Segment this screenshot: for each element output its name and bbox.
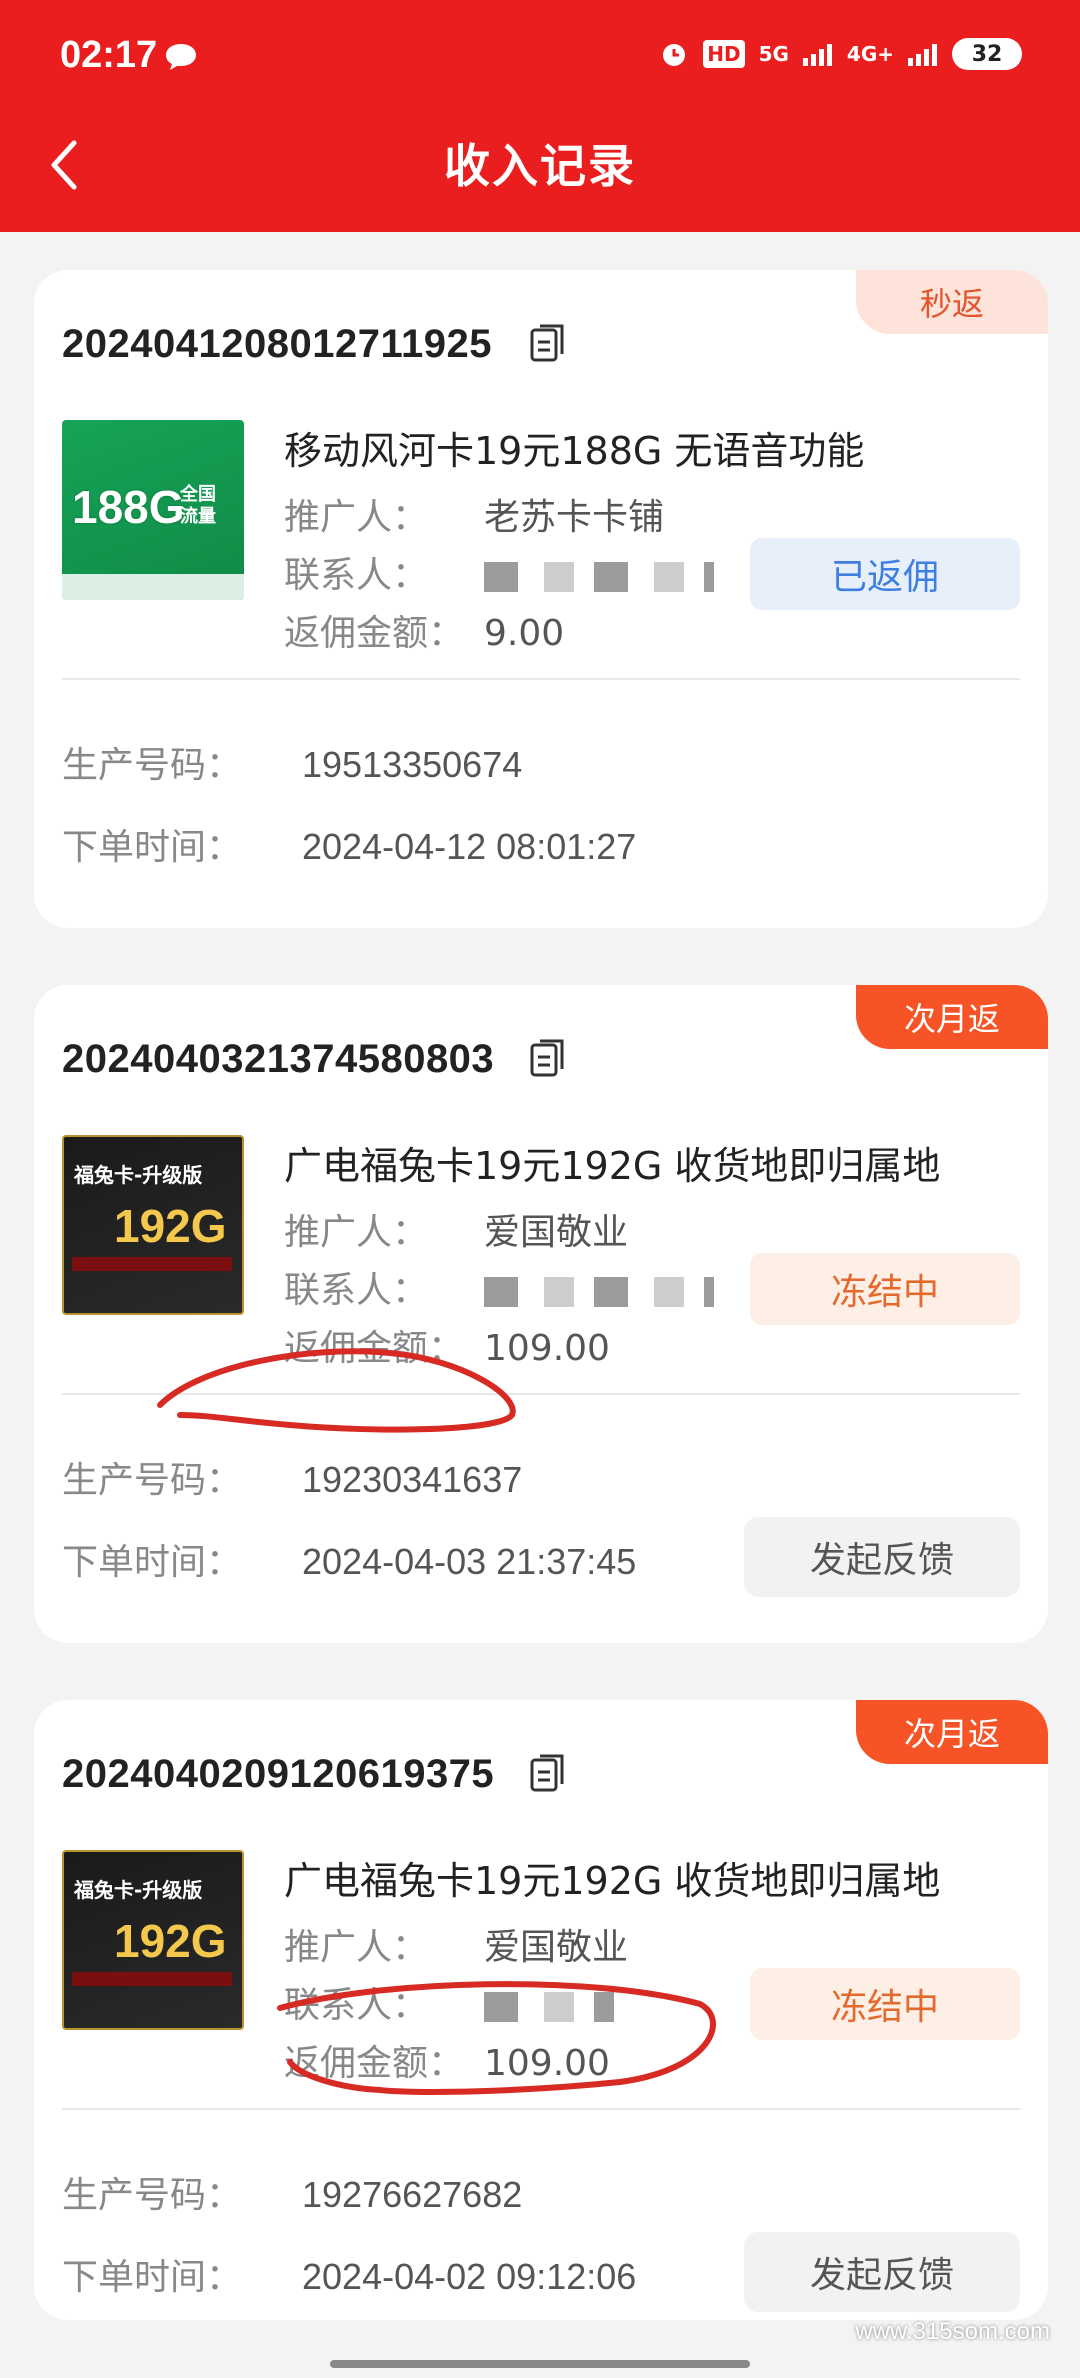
product-name: 移动风河卡19元188G 无语音功能 bbox=[284, 429, 865, 473]
contact-row: 联系人： bbox=[284, 1261, 714, 1313]
promoter-row: 推广人： 老苏卡卡铺 bbox=[284, 488, 664, 540]
production-number-row: 生产号码： 19230341637 bbox=[62, 1451, 522, 1503]
production-number-label: 生产号码： bbox=[62, 2175, 243, 2216]
promoter-label: 推广人： bbox=[284, 1927, 429, 1968]
production-number-value: 19230341637 bbox=[302, 1459, 523, 1500]
promoter-label: 推广人： bbox=[284, 1212, 429, 1253]
order-time-row: 下单时间： 2024-04-02 09:12:06 bbox=[62, 2248, 636, 2300]
production-number-label: 生产号码： bbox=[62, 745, 243, 786]
order-time-row: 下单时间： 2024-04-12 08:01:27 bbox=[62, 818, 636, 870]
contact-label: 联系人： bbox=[284, 555, 429, 596]
thumb-stripe bbox=[72, 1972, 232, 1986]
order-time-row: 下单时间： 2024-04-03 21:37:45 bbox=[62, 1533, 636, 1585]
thumb-title: 福兔卡-升级版 bbox=[74, 1878, 203, 1902]
commission-label: 返佣金额： bbox=[284, 613, 465, 654]
order-time-value: 2024-04-03 21:37:45 bbox=[302, 1541, 637, 1582]
copy-icon[interactable] bbox=[528, 1752, 568, 1794]
thumb-stripe bbox=[72, 1257, 232, 1271]
income-record-card: 秒返 2024041208012711925 188G 全国流量 移动风河卡19… bbox=[34, 270, 1048, 928]
contact-label: 联系人： bbox=[284, 1270, 429, 1311]
network-4g: 4G+ bbox=[846, 42, 894, 66]
battery-indicator: 32 bbox=[952, 38, 1022, 70]
home-indicator[interactable] bbox=[330, 2360, 750, 2368]
thumb-strip bbox=[62, 574, 244, 600]
contact-label: 联系人： bbox=[284, 1985, 429, 2026]
commission-value: 109.00 bbox=[484, 1328, 610, 1369]
feedback-button[interactable]: 发起反馈 bbox=[744, 2232, 1020, 2312]
promoter-value: 爱国敬业 bbox=[484, 1212, 629, 1253]
contact-row: 联系人： bbox=[284, 546, 714, 598]
rebate-tag: 秒返 bbox=[856, 270, 1048, 334]
income-record-card: 次月返 2024040321374580803 福兔卡-升级版 192G 广电福… bbox=[34, 985, 1048, 1643]
promoter-value: 爱国敬业 bbox=[484, 1927, 629, 1968]
contact-row: 联系人： bbox=[284, 1976, 614, 2028]
order-time-label: 下单时间： bbox=[62, 2257, 243, 2298]
promoter-row: 推广人： 爱国敬业 bbox=[284, 1918, 628, 1970]
hd-indicator: HD bbox=[703, 40, 745, 68]
order-number: 2024040321374580803 bbox=[62, 1037, 495, 1081]
thumb-side-text: 全国流量 bbox=[180, 484, 216, 527]
thumb-data-size: 192G bbox=[114, 1200, 227, 1252]
copy-icon[interactable] bbox=[528, 1037, 568, 1079]
divider bbox=[62, 1393, 1020, 1395]
watermark: www.315som.com bbox=[855, 2318, 1050, 2345]
production-number-row: 生产号码： 19513350674 bbox=[62, 736, 522, 788]
status-button[interactable]: 冻结中 bbox=[750, 1253, 1020, 1325]
rebate-tag: 次月返 bbox=[856, 985, 1048, 1049]
promoter-label: 推广人： bbox=[284, 497, 429, 538]
order-number: 2024040209120619375 bbox=[62, 1752, 495, 1796]
promoter-value: 老苏卡卡铺 bbox=[484, 497, 665, 538]
alarm-icon bbox=[663, 44, 686, 66]
commission-row: 返佣金额： 9.00 bbox=[284, 604, 564, 656]
thumb-data-size: 192G bbox=[114, 1915, 227, 1967]
product-thumbnail: 福兔卡-升级版 192G bbox=[62, 1135, 244, 1315]
copy-icon[interactable] bbox=[528, 322, 568, 364]
status-button[interactable]: 已返佣 bbox=[750, 538, 1020, 610]
commission-row: 返佣金额： 109.00 bbox=[284, 1319, 610, 1371]
order-time-label: 下单时间： bbox=[62, 827, 243, 868]
promoter-row: 推广人： 爱国敬业 bbox=[284, 1203, 628, 1255]
thumb-data-size: 188G bbox=[72, 481, 185, 533]
production-number-value: 19513350674 bbox=[302, 744, 523, 785]
production-number-value: 19276627682 bbox=[302, 2174, 523, 2215]
page-title: 收入记录 bbox=[444, 139, 636, 193]
production-number-row: 生产号码： 19276627682 bbox=[62, 2166, 522, 2218]
commission-row: 返佣金额： 109.00 bbox=[284, 2034, 610, 2086]
status-time: 02:17 bbox=[60, 34, 158, 76]
signal-icon bbox=[802, 44, 832, 66]
rebate-tag: 次月返 bbox=[856, 1700, 1048, 1764]
commission-label: 返佣金额： bbox=[284, 1328, 465, 1369]
contact-redacted bbox=[484, 562, 714, 592]
product-thumbnail: 福兔卡-升级版 192G bbox=[62, 1850, 244, 2030]
message-icon bbox=[166, 44, 196, 70]
status-icons: HD 5G 4G+ 32 bbox=[659, 38, 1022, 70]
product-name: 广电福兔卡19元192G 收货地即归属地 bbox=[284, 1859, 941, 1903]
contact-redacted bbox=[484, 1277, 714, 1307]
app-header: 02:17 HD 5G 4G+ 32 收入记录 bbox=[0, 0, 1080, 232]
product-thumbnail: 188G 全国流量 bbox=[62, 420, 244, 600]
production-number-label: 生产号码： bbox=[62, 1460, 243, 1501]
commission-value: 109.00 bbox=[484, 2043, 610, 2084]
product-name: 广电福兔卡19元192G 收货地即归属地 bbox=[284, 1144, 941, 1188]
order-time-value: 2024-04-02 09:12:06 bbox=[302, 2256, 637, 2297]
thumb-title: 福兔卡-升级版 bbox=[74, 1163, 203, 1187]
feedback-button[interactable]: 发起反馈 bbox=[744, 1517, 1020, 1597]
order-number: 2024041208012711925 bbox=[62, 322, 492, 366]
contact-redacted bbox=[484, 1992, 614, 2022]
divider bbox=[62, 678, 1020, 680]
status-button[interactable]: 冻结中 bbox=[750, 1968, 1020, 2040]
income-record-card: 次月返 2024040209120619375 福兔卡-升级版 192G 广电福… bbox=[34, 1700, 1048, 2320]
commission-value: 9.00 bbox=[484, 613, 565, 654]
commission-label: 返佣金额： bbox=[284, 2043, 465, 2084]
order-time-value: 2024-04-12 08:01:27 bbox=[302, 826, 637, 867]
divider bbox=[62, 2108, 1020, 2110]
network-5g: 5G bbox=[758, 42, 789, 66]
order-time-label: 下单时间： bbox=[62, 1542, 243, 1583]
signal-icon-2 bbox=[908, 44, 937, 66]
